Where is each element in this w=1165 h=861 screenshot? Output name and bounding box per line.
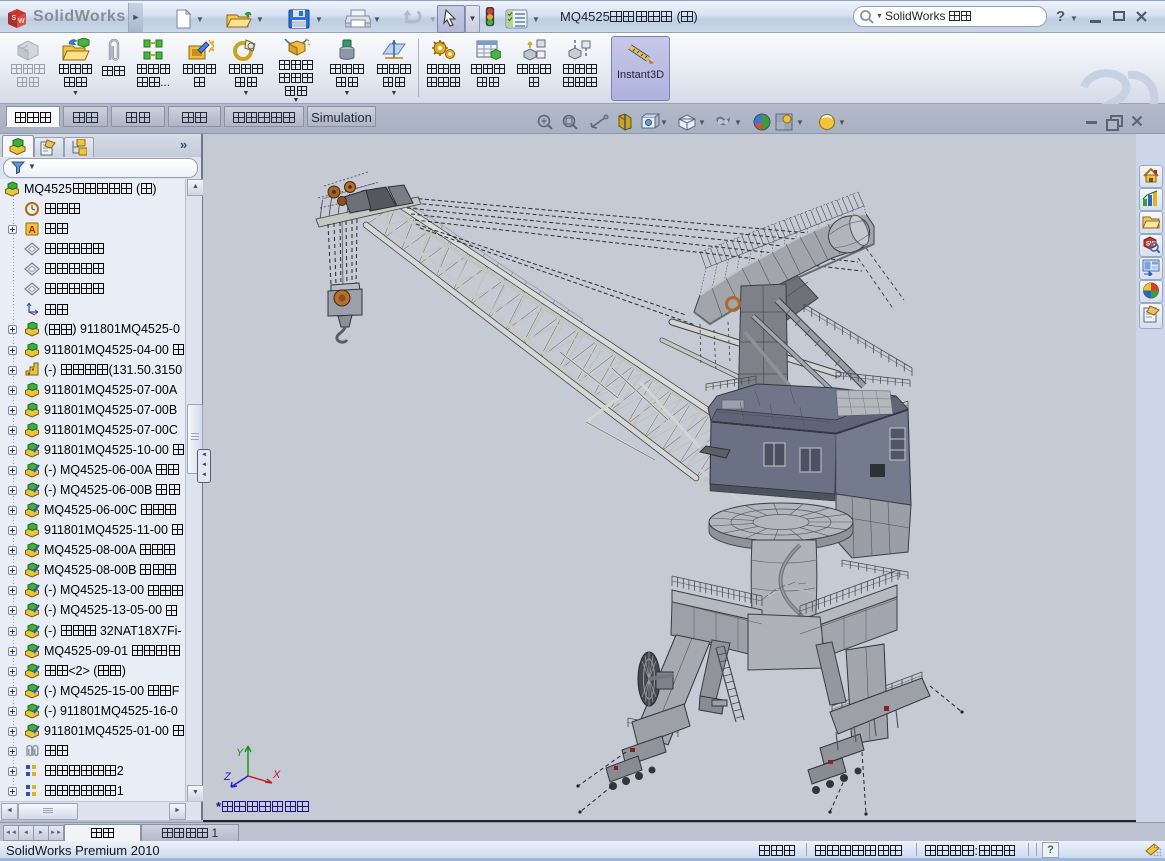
svg-text:X: X [272,769,281,781]
svg-text:▼: ▼ [734,118,742,127]
svg-text:▼: ▼ [660,118,668,127]
svg-text:W: W [18,18,25,25]
svg-text:A: A [29,225,36,236]
svg-text:▼: ▼ [838,118,846,127]
svg-text:▼: ▼ [796,118,804,127]
svg-text:S: S [12,15,17,22]
svg-text:Y: Y [236,747,244,759]
svg-text:Z: Z [223,771,232,783]
svg-text:▼: ▼ [698,118,706,127]
